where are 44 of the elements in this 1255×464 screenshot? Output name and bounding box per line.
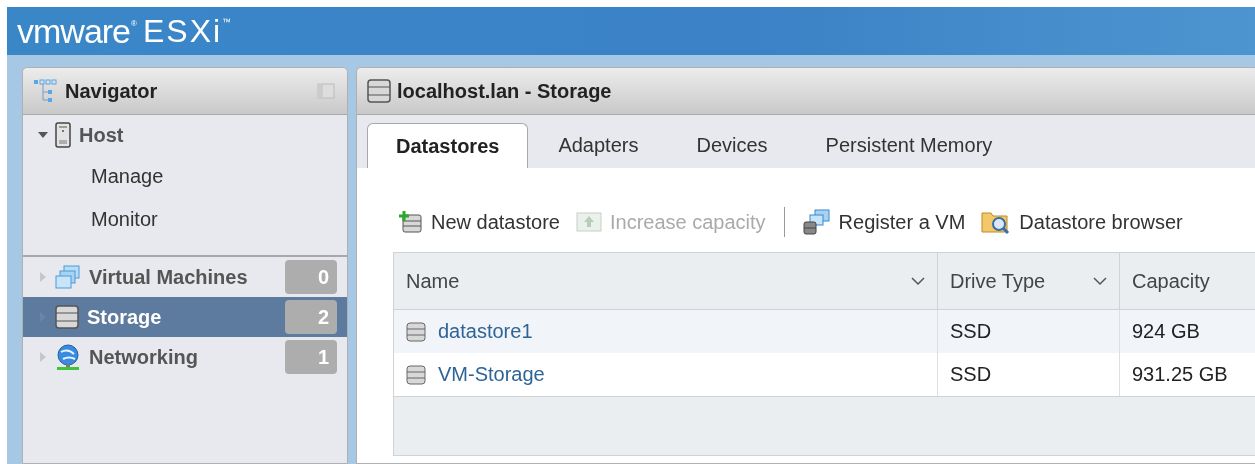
table-cell: 924 GB (1120, 310, 1255, 353)
add-datastore-icon (399, 211, 423, 233)
folder-search-icon (981, 209, 1012, 235)
tab[interactable]: Devices (668, 123, 796, 168)
chevron-down-icon[interactable] (1093, 276, 1107, 286)
server-icon (55, 122, 71, 148)
increase-icon (575, 211, 602, 233)
virtual-machines-icon (55, 265, 81, 289)
count-badge: 2 (285, 300, 337, 334)
count-badge: 0 (285, 260, 337, 294)
tab[interactable]: Adapters (530, 123, 667, 168)
column-header[interactable]: Capacity (1120, 253, 1255, 309)
vmware-esxi-logo: vmware$^{®}$ ESXi$^{™}$ (17, 13, 232, 49)
column-header[interactable]: Drive Type (938, 253, 1120, 309)
collapse-panel-icon[interactable] (317, 83, 335, 99)
toolbar-button[interactable]: Datastore browser (975, 205, 1189, 239)
tab[interactable]: Datastores (367, 123, 529, 168)
column-label: Drive Type (950, 269, 1046, 293)
toolbar-button[interactable]: Register a VM (796, 205, 972, 239)
datastore-link[interactable]: VM-Storage (438, 363, 545, 386)
storage-icon (367, 79, 391, 103)
storage-icon (55, 305, 79, 329)
nav-item[interactable]: Networking 1 (23, 337, 347, 377)
nav-subitem[interactable]: Manage (23, 155, 347, 198)
column-label: Capacity (1132, 269, 1210, 293)
column-header[interactable]: Name (394, 253, 938, 309)
globe-icon (55, 344, 81, 370)
panel-title: Navigator (65, 79, 158, 103)
datastore-icon (406, 364, 426, 385)
tree-icon (33, 79, 59, 103)
column-label: Name (406, 269, 460, 293)
tab[interactable]: Persistent Memory (797, 123, 1021, 168)
nav-item[interactable]: Storage 2 (23, 297, 347, 337)
register-vm-icon (802, 209, 831, 235)
datastore-link[interactable]: datastore1 (438, 320, 533, 343)
nav-subitem[interactable]: Monitor (23, 198, 347, 241)
panel-title: localhost.lan - Storage (397, 79, 612, 103)
toolbar-button[interactable]: New datastore (393, 206, 566, 238)
nav-item[interactable]: Virtual Machines 0 (23, 257, 347, 297)
table-cell: SSD (938, 310, 1120, 353)
nav-item[interactable]: Host (23, 115, 347, 155)
datastore-icon (406, 321, 426, 342)
count-badge: 1 (285, 340, 337, 374)
chevron-down-icon[interactable] (911, 276, 925, 286)
